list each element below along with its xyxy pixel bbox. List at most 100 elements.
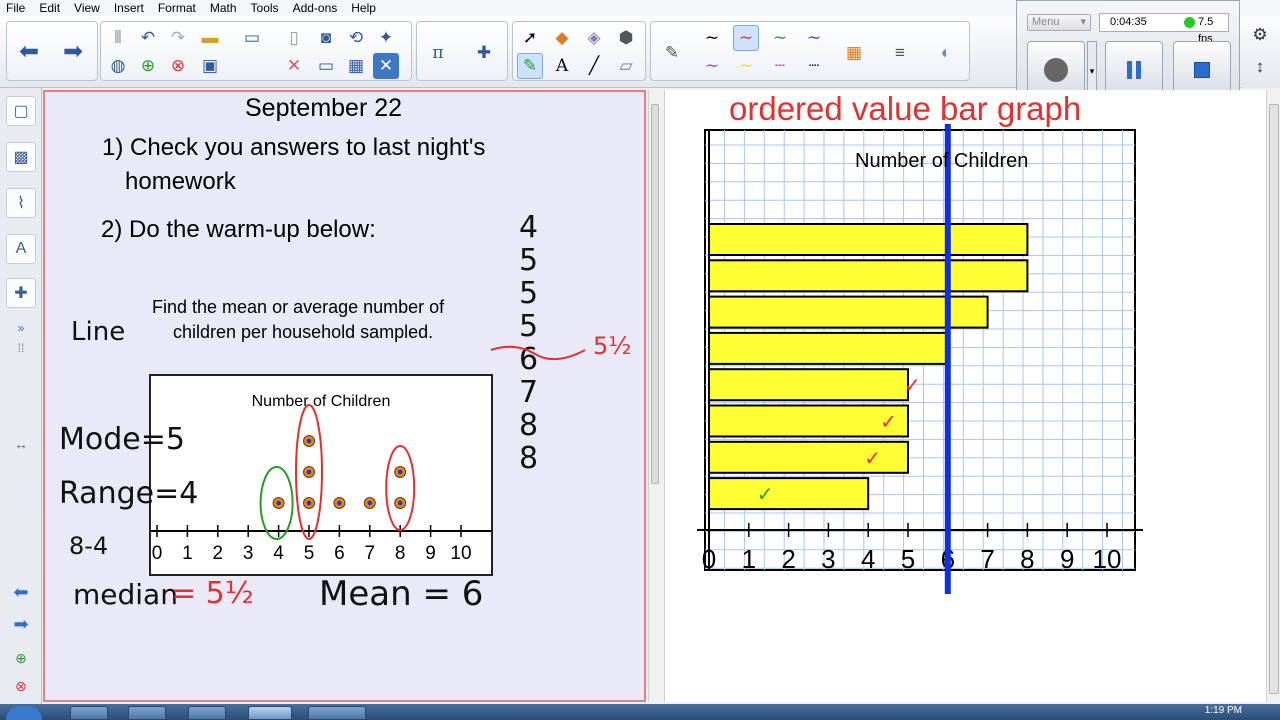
menu-help[interactable]: Help (345, 0, 384, 16)
bar-chart-tick-label: 10 (1093, 544, 1122, 574)
dot-plot-tick-label: 4 (273, 543, 284, 564)
ordered-list-value: 6 (519, 342, 539, 377)
page-sorter-tab[interactable]: ▢ (6, 96, 36, 126)
menu-math[interactable]: Math (204, 0, 245, 16)
ordered-list-value: 5 (519, 309, 539, 344)
pen-tool-button[interactable]: ✎ (517, 53, 543, 79)
properties-tab[interactable]: A (6, 234, 36, 264)
pen-style-magenta[interactable]: ∼ (699, 53, 725, 79)
dot-plot-tick-label: 10 (450, 543, 471, 564)
pen-style-blue[interactable]: ∼ (801, 25, 827, 51)
color-palette-button[interactable]: ▦ (841, 40, 867, 66)
pen-style-dotted[interactable]: ┈ (801, 53, 827, 79)
select-tool-button[interactable]: ➚ (517, 25, 543, 51)
dot-plot-point-center (276, 500, 281, 506)
sidebar-add-page[interactable]: ⊕ (9, 648, 33, 668)
taskbar-app-3[interactable] (188, 706, 226, 720)
ordered-list-value: 5 (519, 276, 539, 311)
shapes-tool-button[interactable]: ◆ (549, 25, 575, 51)
settings-button[interactable]: ⚙ (1247, 22, 1273, 48)
addons-button[interactable]: ✚ (471, 40, 497, 66)
screen-button[interactable]: ▭ (313, 53, 339, 79)
menu-tools[interactable]: Tools (245, 0, 287, 16)
taskbar-recorder[interactable] (308, 706, 366, 720)
eraser-button[interactable]: ▱ (613, 53, 639, 79)
paste-button[interactable]: ▯ (281, 25, 307, 51)
properties-button[interactable]: ◐ (933, 40, 959, 66)
menu-insert[interactable]: Insert (108, 0, 152, 16)
menu-addons[interactable]: Add-ons (287, 0, 346, 16)
next-page-button[interactable]: ➡ (55, 25, 91, 77)
redo-button[interactable]: ↷ (165, 25, 191, 51)
expand-sidebar-button[interactable]: » (9, 318, 33, 338)
dot-plot-point-center (367, 500, 373, 506)
previous-page-button[interactable]: ⬅ (11, 25, 47, 77)
right-scroll-thumb[interactable] (1269, 104, 1279, 694)
chevron-down-icon: ▾ (1080, 16, 1086, 28)
pen-style-green[interactable]: ∼ (767, 25, 793, 51)
ordered-list-value: 4 (519, 210, 539, 245)
menu-file[interactable]: File (0, 0, 33, 16)
caret-down-icon: ▾ (1089, 66, 1095, 76)
menu-view[interactable]: View (68, 0, 108, 16)
delete-button[interactable]: ✕ (281, 53, 307, 79)
bar (708, 331, 949, 365)
recorder-elapsed: 0:04:35 (1110, 16, 1147, 28)
line-tool-button[interactable]: ╱ (581, 53, 607, 79)
text-tool-button[interactable]: A (549, 53, 575, 79)
sidebar-delete-page[interactable]: ⊗ (9, 676, 33, 696)
start-button[interactable] (6, 706, 42, 720)
left-scroll-thumb[interactable] (651, 104, 659, 484)
screen-shade-button[interactable]: ⫴ (105, 25, 131, 51)
side-tab-strip: ▢ ▩ ⌇ A ✚ » ⁞⁞ ↔ ⬅ ➡ ⊕ ⊗ (0, 88, 42, 704)
taskbar-browser[interactable] (128, 706, 166, 720)
dot-plot-tick-label: 0 (152, 543, 163, 564)
attachments-tab[interactable]: ⌇ (6, 188, 36, 218)
sidebar-next-page[interactable]: ➡ (9, 614, 33, 634)
open-file-button[interactable]: ▬ (197, 25, 223, 51)
move-sidebar-button[interactable]: ↔ (9, 434, 33, 454)
right-page-scrollbar[interactable] (1266, 90, 1280, 702)
fill-tool-button[interactable]: ⬢ (613, 25, 639, 51)
menu-format[interactable]: Format (152, 0, 204, 16)
image-icon: ▩ (13, 149, 29, 166)
bar-chart-tick-label: 7 (980, 544, 994, 574)
magic-pen-button[interactable]: ✦ (373, 25, 399, 51)
line-style-button[interactable]: ≡ (887, 40, 913, 66)
save-button[interactable]: ▣ (197, 53, 223, 79)
sidebar-prev-page[interactable]: ⬅ (9, 582, 33, 602)
gallery-button[interactable]: ◍ (105, 53, 131, 79)
math-tools-button[interactable]: π (425, 40, 451, 66)
menu-edit[interactable]: Edit (33, 0, 68, 16)
line-style-icon: ≡ (895, 43, 905, 62)
rotate-icon: ⟲ (348, 28, 364, 47)
addons-tab[interactable]: ✚ (6, 278, 36, 308)
screen-capture-button[interactable]: ◙ (313, 25, 339, 51)
horizontal-arrows-icon: ↔ (14, 436, 28, 452)
add-page-button[interactable]: ⊕ (135, 53, 161, 79)
taskbar-explorer[interactable] (70, 706, 108, 720)
move-toolbar-button[interactable]: ↕ (1247, 54, 1273, 80)
full-screen-button[interactable]: ✕ (373, 53, 399, 79)
table-button[interactable]: ▦ (343, 53, 369, 79)
pen-style-black[interactable]: ∼ (699, 25, 725, 51)
delete-page-button[interactable]: ⊗ (165, 53, 191, 79)
eraser-tool-button[interactable]: ◈ (581, 25, 607, 51)
pen-styles-group: ✎ ∼ ∼ ∼ ∼ ∼ ∼ ┄ ┈ ▦ ≡ ◐ (650, 21, 970, 81)
up-down-arrow-icon: ↕ (1255, 57, 1265, 76)
pen-button[interactable]: ✎ (659, 40, 685, 66)
left-page-scrollbar[interactable] (648, 90, 660, 702)
pen-style-yellow[interactable]: ∼ (733, 53, 759, 79)
undo-button[interactable]: ↶ (135, 25, 161, 51)
gallery-tab[interactable]: ▩ (6, 142, 36, 172)
notebook-page-left[interactable]: September 22 1) Check you answers to las… (43, 90, 646, 702)
pen-style-dashed[interactable]: ┄ (767, 53, 793, 79)
grip-handle[interactable]: ⁞⁞ (9, 338, 33, 358)
rotate-button[interactable]: ⟲ (343, 25, 369, 51)
pen-style-red[interactable]: ∼ (733, 25, 759, 51)
taskbar-notebook[interactable] (248, 706, 292, 720)
dot-plot-tick-label: 8 (395, 543, 406, 564)
notebook-page-right[interactable]: ordered value bar graph 012345678910✓✓✓✓… (664, 90, 1266, 702)
recorder-menu-dropdown[interactable]: Menu ▾ (1027, 14, 1091, 31)
display-button[interactable]: ▭ (239, 25, 265, 51)
